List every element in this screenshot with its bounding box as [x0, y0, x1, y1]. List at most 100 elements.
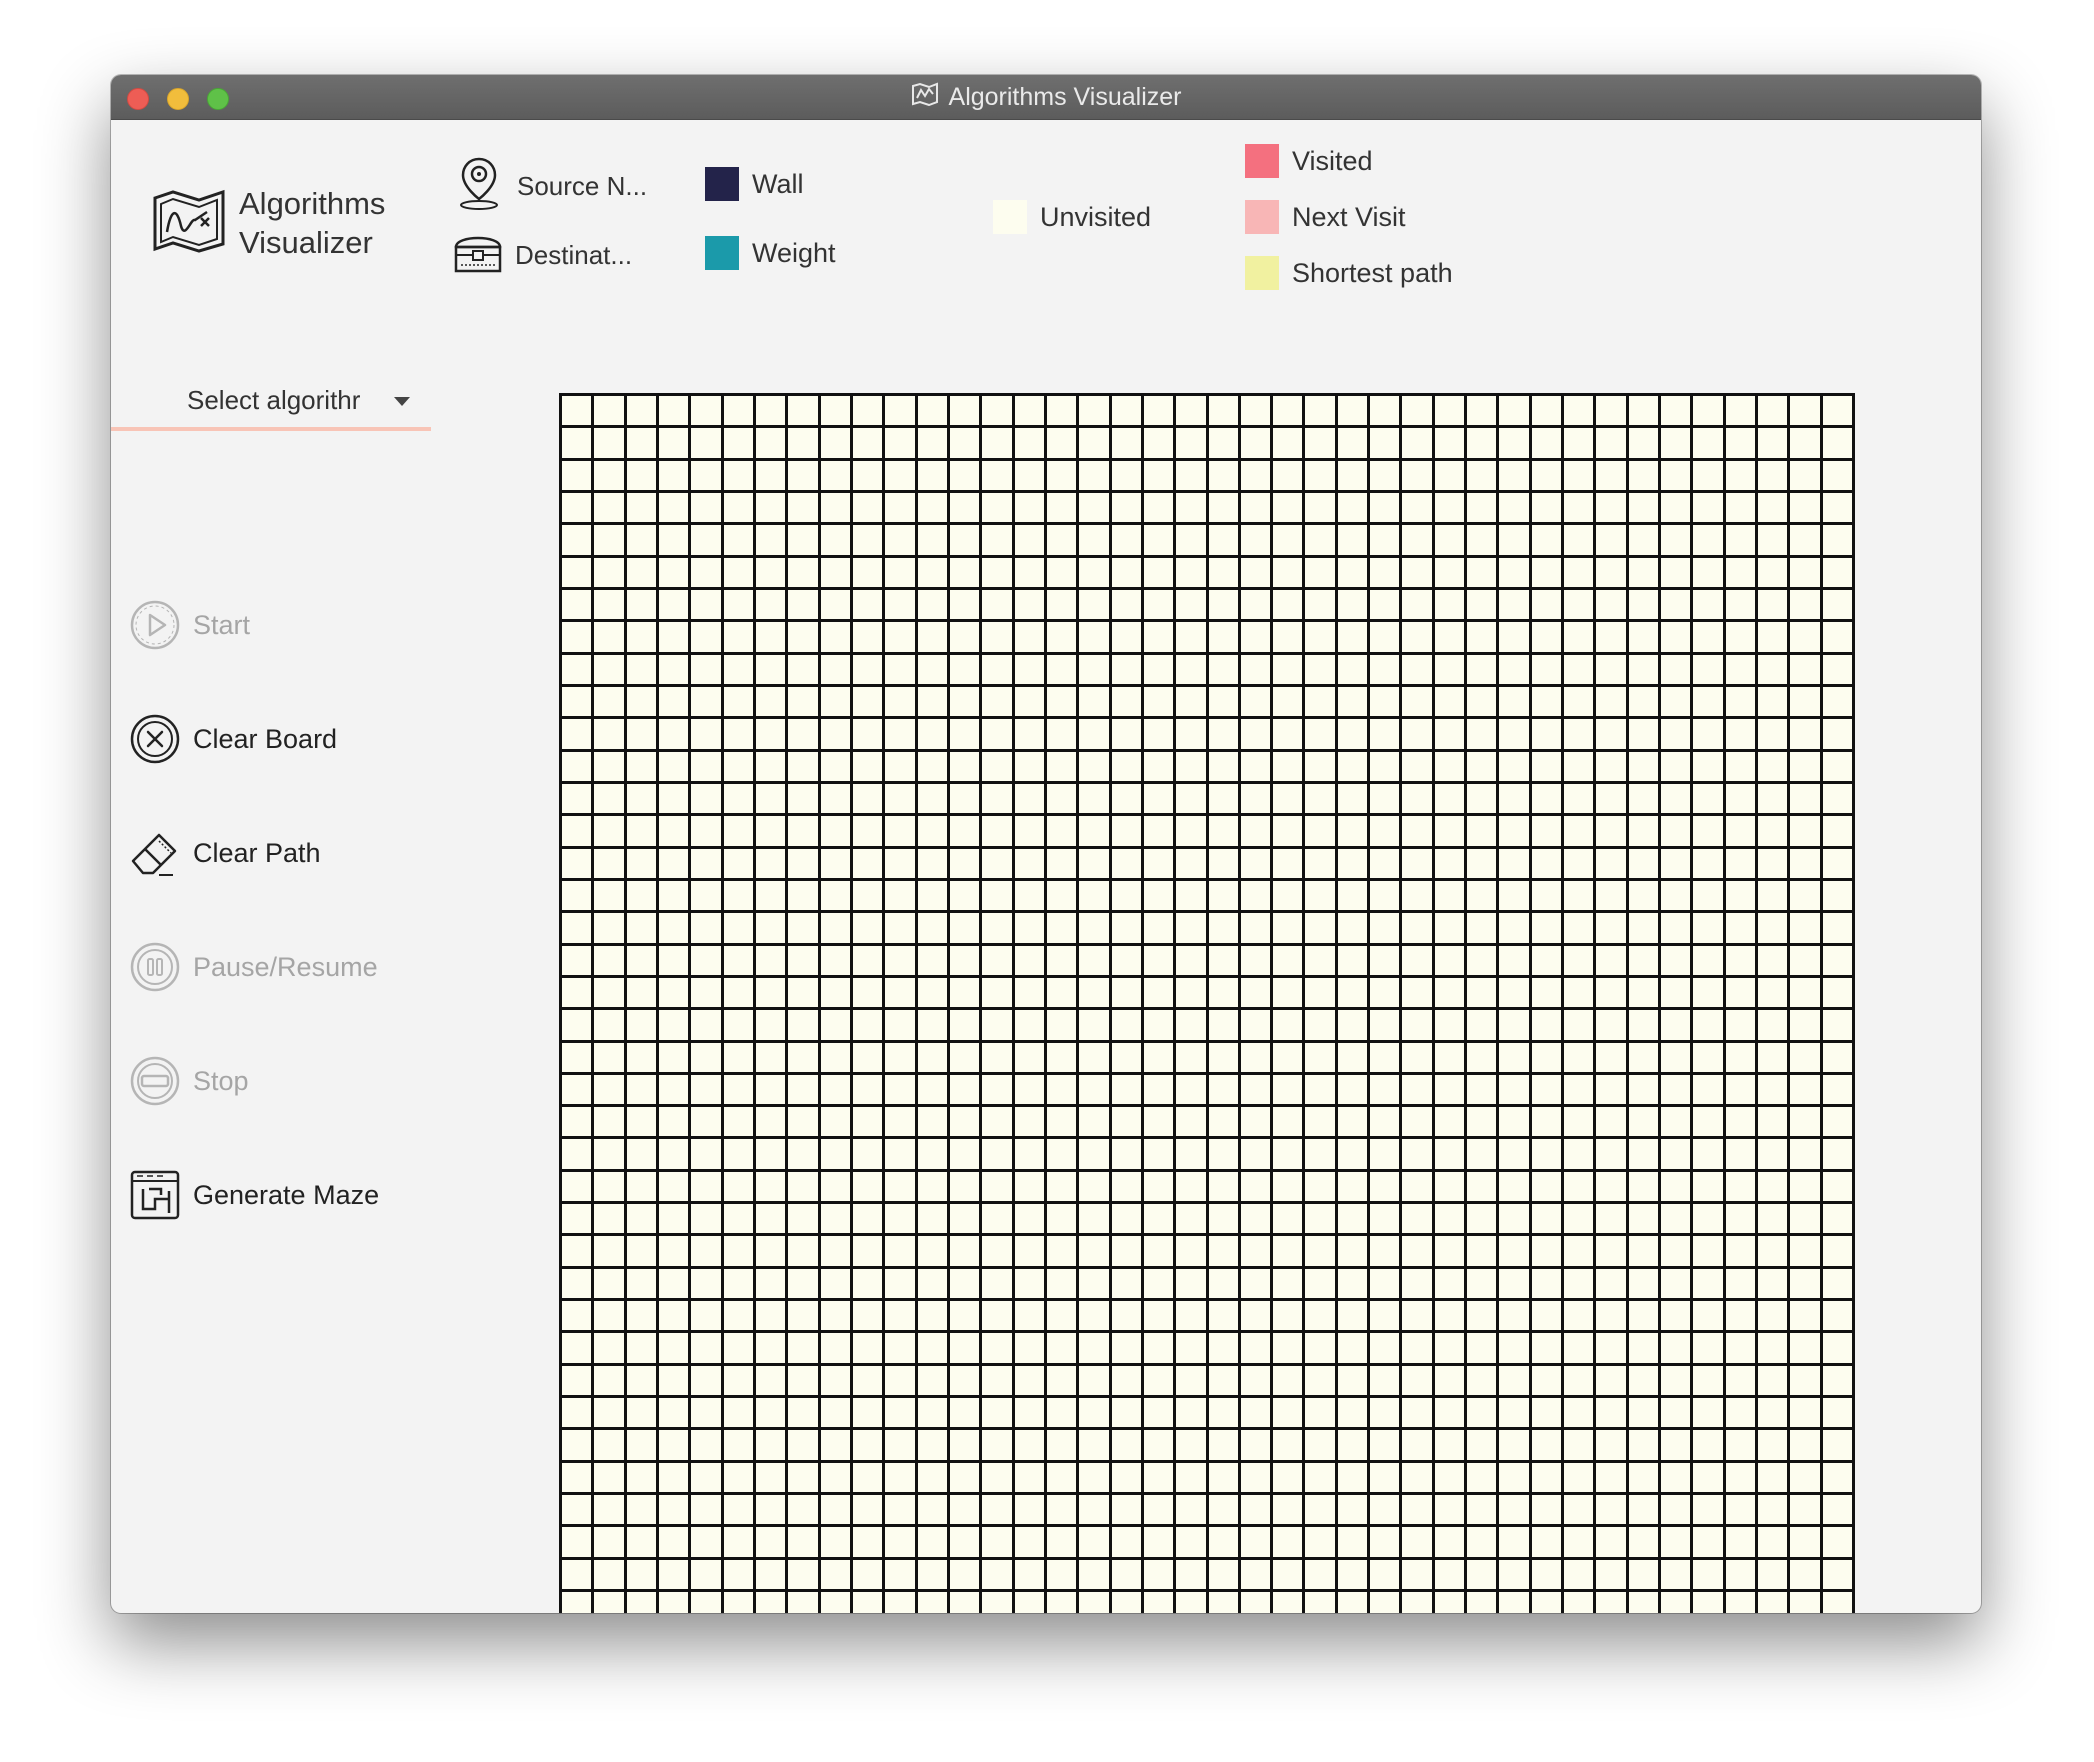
grid-cell[interactable] — [1111, 428, 1141, 458]
grid-cell[interactable] — [1531, 1592, 1562, 1613]
grid-cell[interactable] — [658, 1527, 689, 1557]
grid-cell[interactable] — [723, 1010, 753, 1040]
grid-cell[interactable] — [885, 1236, 915, 1266]
grid-cell[interactable] — [1790, 816, 1820, 846]
grid-cell[interactable] — [982, 848, 1012, 878]
grid-cell[interactable] — [949, 686, 980, 717]
grid-cell[interactable] — [1790, 1462, 1820, 1493]
grid-cell[interactable] — [755, 396, 786, 426]
grid-cell[interactable] — [1661, 1171, 1691, 1202]
grid-cell[interactable] — [1758, 848, 1788, 878]
grid-cell[interactable] — [788, 1495, 818, 1525]
grid-cell[interactable] — [852, 1268, 883, 1299]
grid-cell[interactable] — [1079, 492, 1109, 523]
grid-cell[interactable] — [1305, 1398, 1335, 1428]
grid-cell[interactable] — [917, 396, 947, 426]
grid-cell[interactable] — [1143, 848, 1174, 878]
grid-cell[interactable] — [1079, 1462, 1109, 1493]
grid-cell[interactable] — [1596, 1236, 1626, 1266]
grid-cell[interactable] — [658, 1010, 689, 1040]
grid-cell[interactable] — [982, 1139, 1012, 1169]
grid-cell[interactable] — [1499, 1398, 1529, 1428]
grid-cell[interactable] — [1596, 589, 1626, 620]
grid-cell[interactable] — [755, 1204, 786, 1234]
grid-cell[interactable] — [917, 1495, 947, 1525]
grid-cell[interactable] — [1564, 1592, 1594, 1613]
grid-cell[interactable] — [594, 783, 624, 814]
grid-cell[interactable] — [1305, 880, 1335, 911]
grid-cell[interactable] — [917, 1559, 947, 1590]
grid-cell[interactable] — [1499, 589, 1529, 620]
grid-cell[interactable] — [1014, 622, 1044, 652]
grid-cell[interactable] — [594, 1074, 624, 1105]
grid-cell[interactable] — [755, 719, 786, 749]
grid-cell[interactable] — [1758, 1495, 1788, 1525]
grid-cell[interactable] — [1822, 396, 1852, 426]
grid-cell[interactable] — [1370, 945, 1400, 975]
grid-cell[interactable] — [852, 1365, 883, 1396]
grid-cell[interactable] — [658, 783, 689, 814]
grid-cell[interactable] — [1693, 622, 1723, 652]
grid-cell[interactable] — [1240, 1462, 1271, 1493]
grid-cell[interactable] — [1143, 880, 1174, 911]
grid-cell[interactable] — [1531, 1430, 1562, 1460]
grid-cell[interactable] — [1046, 589, 1077, 620]
grid-cell[interactable] — [1370, 1107, 1400, 1137]
grid-cell[interactable] — [1661, 848, 1691, 878]
grid-cell[interactable] — [691, 719, 721, 749]
grid-cell[interactable] — [1790, 428, 1820, 458]
grid-cell[interactable] — [1370, 396, 1400, 426]
grid-cell[interactable] — [723, 686, 753, 717]
grid-cell[interactable] — [658, 1559, 689, 1590]
grid-cell[interactable] — [1790, 1398, 1820, 1428]
grid-cell[interactable] — [1176, 1171, 1206, 1202]
grid-cell[interactable] — [1822, 1107, 1852, 1137]
grid-cell[interactable] — [1273, 557, 1303, 587]
grid-cell[interactable] — [1337, 622, 1368, 652]
grid-cell[interactable] — [755, 977, 786, 1008]
grid-cell[interactable] — [1176, 1042, 1206, 1072]
grid-cell[interactable] — [1111, 1171, 1141, 1202]
grid-cell[interactable] — [755, 1592, 786, 1613]
grid-cell[interactable] — [1499, 654, 1529, 684]
grid-cell[interactable] — [1564, 1074, 1594, 1105]
grid-cell[interactable] — [1402, 816, 1432, 846]
grid-cell[interactable] — [1693, 1495, 1723, 1525]
title-bar[interactable]: Algorithms Visualizer — [111, 75, 1981, 120]
grid-cell[interactable] — [982, 492, 1012, 523]
grid-cell[interactable] — [755, 1333, 786, 1363]
grid-cell[interactable] — [1467, 1010, 1497, 1040]
grid-cell[interactable] — [1240, 1204, 1271, 1234]
grid-cell[interactable] — [1273, 1430, 1303, 1460]
grid-cell[interactable] — [594, 1171, 624, 1202]
grid-cell[interactable] — [982, 396, 1012, 426]
grid-cell[interactable] — [1661, 589, 1691, 620]
grid-cell[interactable] — [1564, 1462, 1594, 1493]
grid-cell[interactable] — [626, 396, 656, 426]
grid-cell[interactable] — [1434, 783, 1465, 814]
grid-cell[interactable] — [917, 428, 947, 458]
grid-cell[interactable] — [1046, 719, 1077, 749]
grid-cell[interactable] — [820, 1592, 850, 1613]
grid-cell[interactable] — [1046, 880, 1077, 911]
grid-cell[interactable] — [982, 1495, 1012, 1525]
grid-cell[interactable] — [755, 848, 786, 878]
grid-cell[interactable] — [885, 1204, 915, 1234]
grid-cell[interactable] — [658, 1301, 689, 1331]
grid-cell[interactable] — [626, 1204, 656, 1234]
grid-cell[interactable] — [1402, 1333, 1432, 1363]
grid-cell[interactable] — [852, 1236, 883, 1266]
grid-cell[interactable] — [1370, 1074, 1400, 1105]
grid-cell[interactable] — [1014, 1204, 1044, 1234]
grid-cell[interactable] — [788, 460, 818, 490]
grid-cell[interactable] — [1337, 1171, 1368, 1202]
grid-cell[interactable] — [852, 1204, 883, 1234]
grid-cell[interactable] — [1305, 1268, 1335, 1299]
grid-cell[interactable] — [1434, 396, 1465, 426]
grid-cell[interactable] — [691, 1010, 721, 1040]
grid-cell[interactable] — [1434, 492, 1465, 523]
grid-cell[interactable] — [982, 654, 1012, 684]
grid-cell[interactable] — [1467, 1592, 1497, 1613]
grid-cell[interactable] — [755, 913, 786, 943]
grid-cell[interactable] — [1402, 1495, 1432, 1525]
